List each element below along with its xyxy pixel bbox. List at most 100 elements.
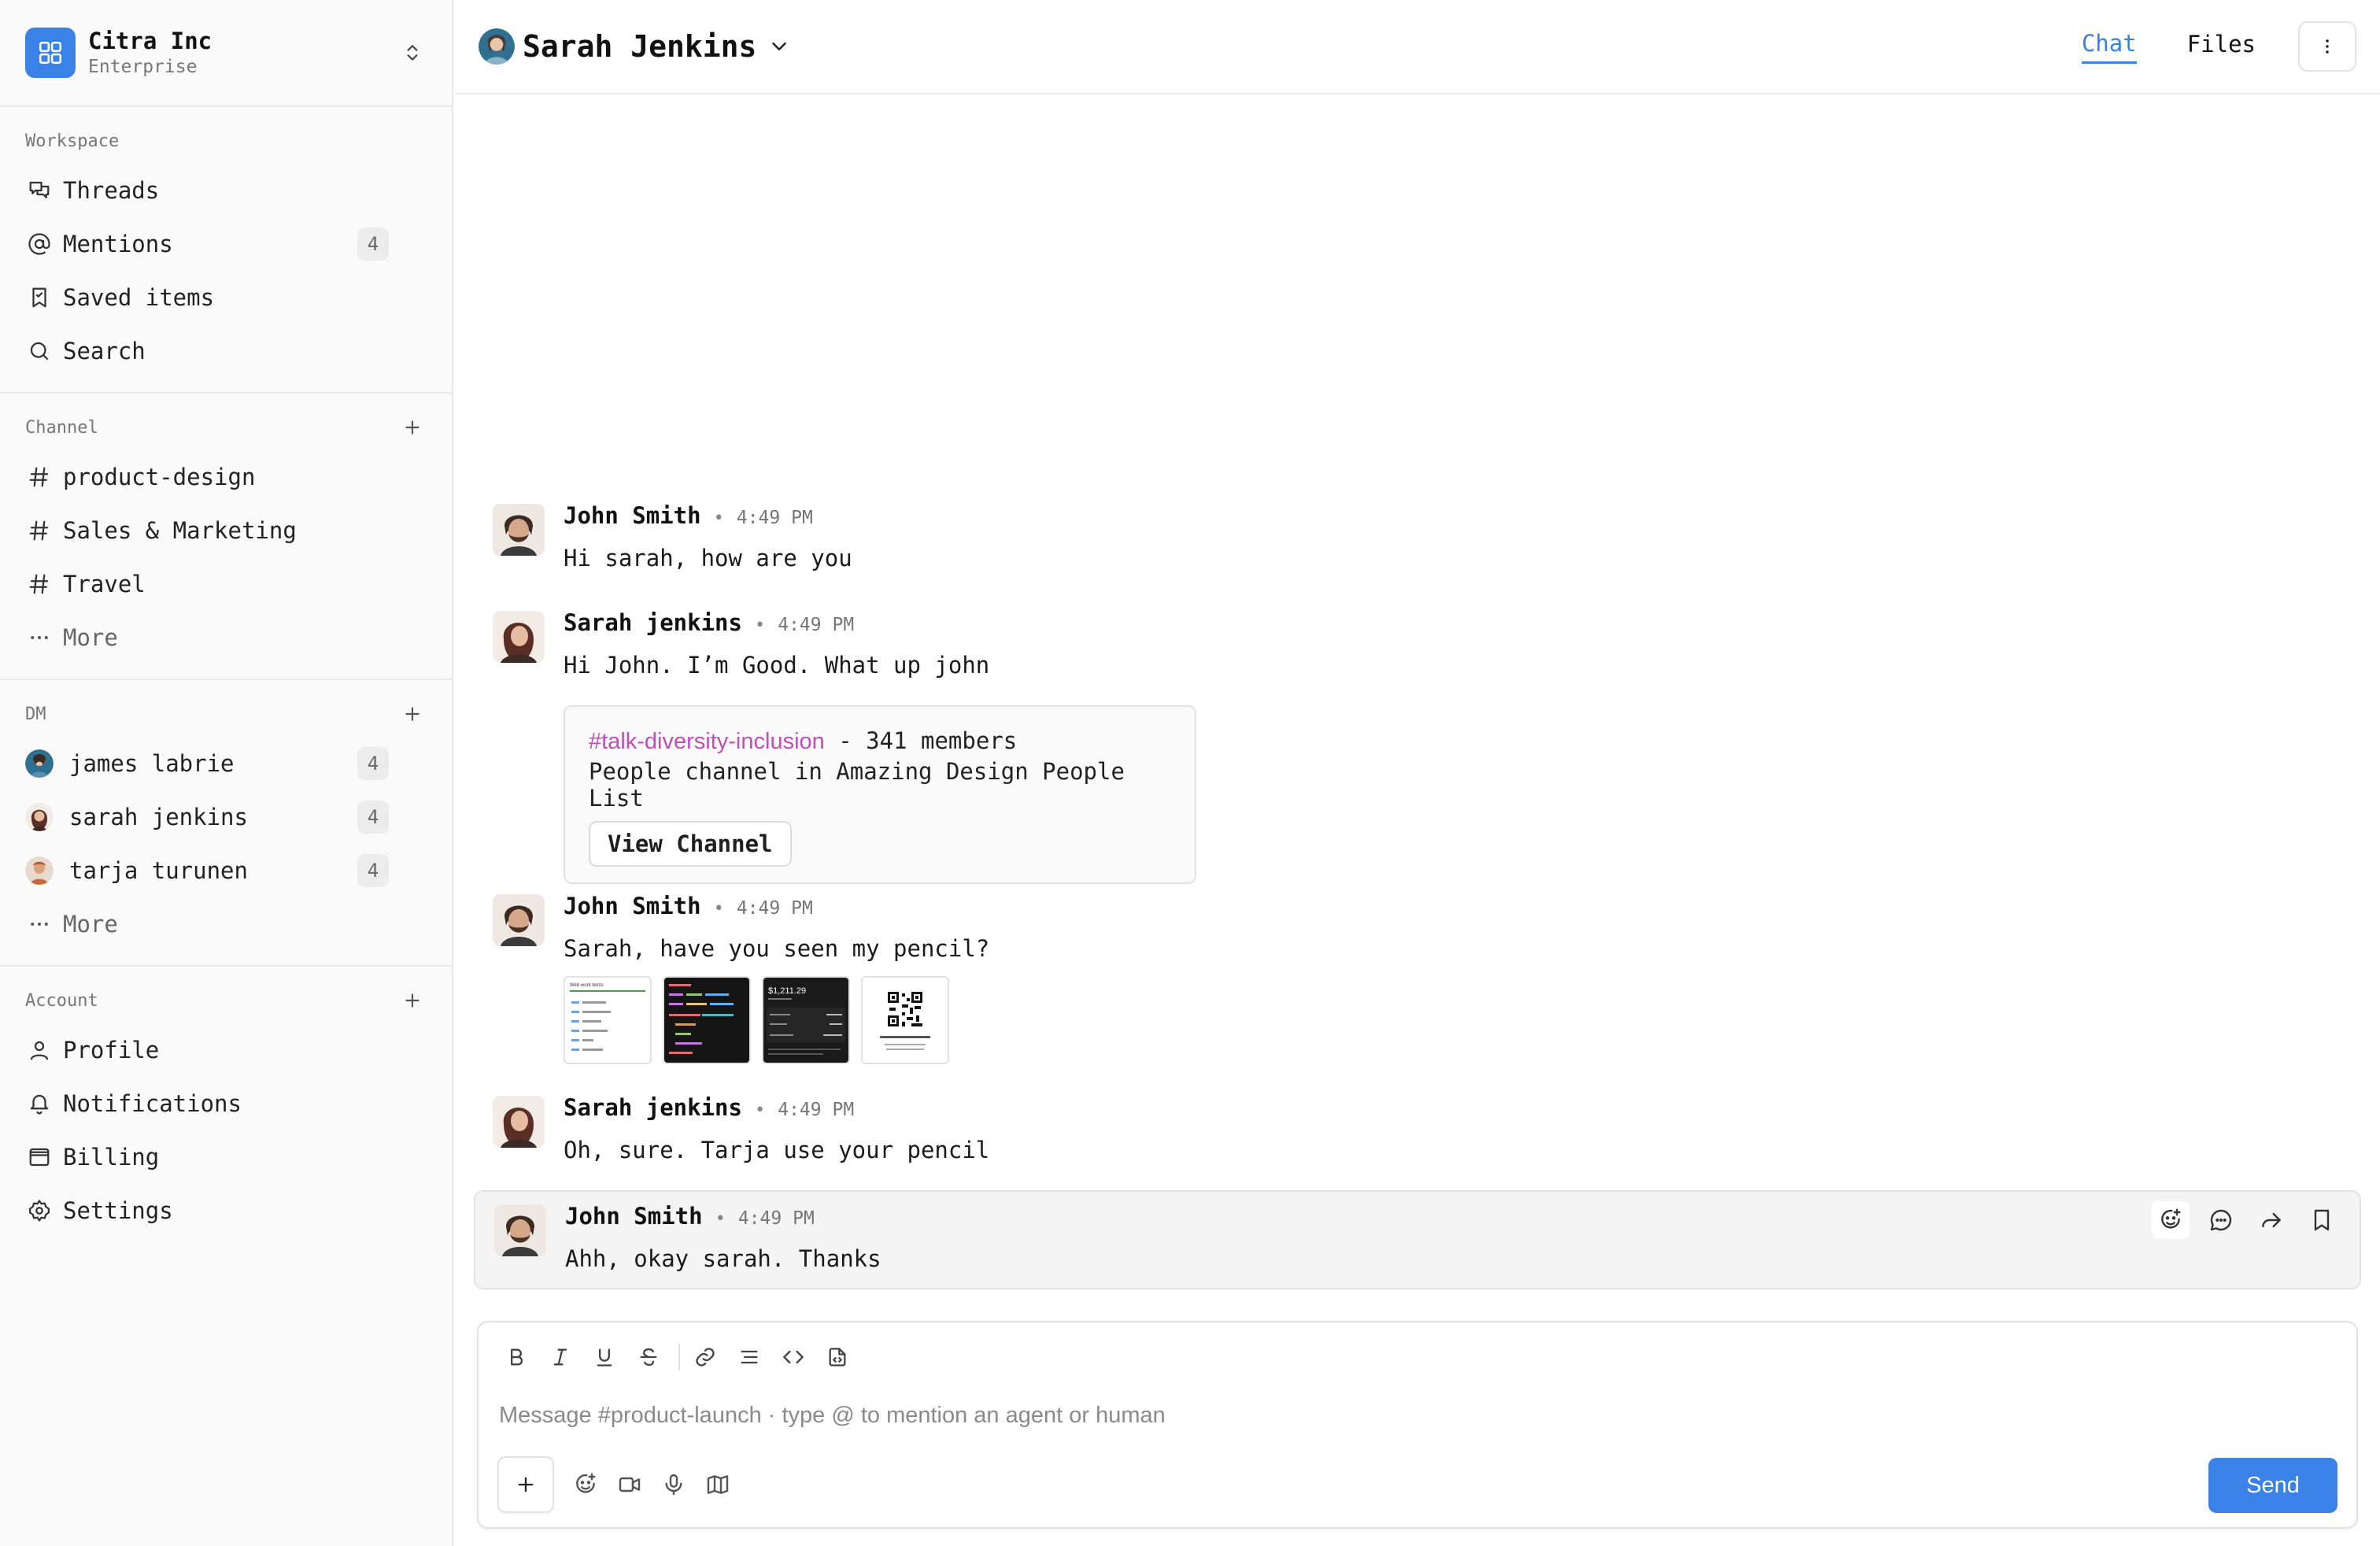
contact-switcher[interactable]: Sarah Jenkins xyxy=(479,28,791,65)
hash-icon xyxy=(25,463,54,491)
sidebar-item-threads[interactable]: Threads xyxy=(0,164,452,217)
sidebar-item-settings[interactable]: Settings xyxy=(0,1184,452,1237)
tab-chat[interactable]: Chat xyxy=(2081,30,2137,64)
sidebar-item-label: Profile xyxy=(63,1037,160,1063)
sidebar-item-sarah-jenkins[interactable]: sarah jenkins 4 xyxy=(0,790,452,844)
message-author[interactable]: John Smith xyxy=(565,1203,703,1230)
attachment-thumbnail[interactable]: $1,211.29 xyxy=(762,976,850,1064)
strikethrough-icon[interactable] xyxy=(633,1341,664,1373)
message-item[interactable]: John Smith • 4:49 PM Hi sarah, how are y… xyxy=(474,493,2361,586)
app: Citra Inc Enterprise Workspace Threads M… xyxy=(0,0,2380,1546)
add-account-icon[interactable] xyxy=(398,986,427,1015)
bookmark-icon[interactable] xyxy=(2303,1201,2341,1239)
attachment-thumbnail[interactable] xyxy=(861,976,949,1064)
list-icon[interactable] xyxy=(734,1341,765,1373)
message-composer: Send xyxy=(477,1321,2358,1529)
microphone-icon[interactable] xyxy=(656,1467,691,1502)
tab-files[interactable]: Files xyxy=(2187,31,2256,62)
more-horizontal-icon xyxy=(25,623,54,652)
add-reaction-icon[interactable] xyxy=(2152,1201,2190,1239)
sidebar-item-travel[interactable]: Travel xyxy=(0,557,452,611)
attachment-thumbnail[interactable]: Web work items xyxy=(564,976,652,1064)
at-icon xyxy=(25,230,54,258)
unread-count-badge: 4 xyxy=(357,854,389,887)
channel-link[interactable]: #talk-diversity-inclusion xyxy=(589,729,825,754)
dm-section: DM james labrie 4 sarah jenkins 4 tarja … xyxy=(0,680,452,967)
map-icon[interactable] xyxy=(700,1467,735,1502)
bold-icon[interactable] xyxy=(501,1341,532,1373)
sidebar-item-james-labrie[interactable]: james labrie 4 xyxy=(0,737,452,790)
code-block-icon[interactable] xyxy=(822,1341,853,1373)
sidebar-item-tarja-turunen[interactable]: tarja turunen 4 xyxy=(0,844,452,897)
sidebar-item-product-design[interactable]: product-design xyxy=(0,450,452,504)
attachment-amount: $1,211.29 xyxy=(768,986,806,996)
header-tabs: Chat Files xyxy=(2031,21,2356,72)
sidebar-item-label: tarja turunen xyxy=(69,857,248,884)
section-title-account: Account xyxy=(25,990,98,1011)
message-item[interactable]: John Smith • 4:49 PM Sarah, have you see… xyxy=(474,883,2361,1074)
avatar xyxy=(493,1096,545,1148)
view-channel-button[interactable]: View Channel xyxy=(589,821,792,867)
sidebar-item-label: More xyxy=(63,624,118,651)
workspace-plan: Enterprise xyxy=(88,57,198,77)
sidebar-item-saved-items[interactable]: Saved items xyxy=(0,271,452,324)
unread-count-badge: 4 xyxy=(357,801,389,834)
workspace-section: Workspace Threads Mentions 4 Saved items… xyxy=(0,107,452,394)
send-button[interactable]: Send xyxy=(2208,1458,2338,1513)
forward-icon[interactable] xyxy=(2252,1201,2290,1239)
message-item[interactable]: Sarah jenkins • 4:49 PM Hi John. I’m Goo… xyxy=(474,600,2361,893)
code-icon[interactable] xyxy=(778,1341,809,1373)
attachment-list: Web work items $1,211.29 xyxy=(564,976,2342,1064)
underline-icon[interactable] xyxy=(589,1341,620,1373)
sidebar-item-sales-marketing[interactable]: Sales & Marketing xyxy=(0,504,452,557)
attachment-thumbnail[interactable] xyxy=(663,976,751,1064)
sidebar-item-mentions[interactable]: Mentions 4 xyxy=(0,217,452,271)
video-icon[interactable] xyxy=(612,1467,647,1502)
attachment-title: Web work items xyxy=(570,983,604,988)
more-vertical-icon xyxy=(2326,39,2329,54)
sidebar-item-profile[interactable]: Profile xyxy=(0,1023,452,1077)
sidebar-item-label: Sales & Marketing xyxy=(63,517,297,544)
message-author[interactable]: John Smith xyxy=(564,502,701,529)
sidebar-item-dm-more[interactable]: More xyxy=(0,897,452,951)
sidebar-item-label: sarah jenkins xyxy=(69,804,248,830)
link-icon[interactable] xyxy=(689,1341,721,1373)
separator-dot: • xyxy=(713,899,724,919)
toolbar-divider xyxy=(678,1344,680,1370)
avatar xyxy=(493,894,545,946)
chat-header: Sarah Jenkins Chat Files xyxy=(455,0,2380,94)
user-icon xyxy=(25,1036,54,1064)
message-author[interactable]: Sarah jenkins xyxy=(564,609,742,636)
sidebar-item-channel-more[interactable]: More xyxy=(0,611,452,664)
sidebar-item-notifications[interactable]: Notifications xyxy=(0,1077,452,1130)
message-author[interactable]: Sarah jenkins xyxy=(564,1094,742,1121)
plus-icon xyxy=(518,1477,534,1492)
message-item-hovered[interactable]: John Smith • 4:49 PM Ahh, okay sarah. Th… xyxy=(474,1190,2361,1289)
reply-icon[interactable] xyxy=(2202,1201,2240,1239)
chevron-down-icon[interactable] xyxy=(767,35,791,58)
sidebar-item-label: Travel xyxy=(63,571,146,597)
hash-icon xyxy=(25,570,54,598)
avatar xyxy=(479,28,515,65)
italic-icon[interactable] xyxy=(545,1341,576,1373)
sidebar-item-label: Mentions xyxy=(63,231,173,257)
sidebar-item-search[interactable]: Search xyxy=(0,324,452,378)
add-channel-icon[interactable] xyxy=(398,413,427,442)
add-attachment-button[interactable] xyxy=(497,1456,554,1513)
add-dm-icon[interactable] xyxy=(398,700,427,728)
chevron-up-down-icon[interactable] xyxy=(398,39,427,67)
more-options-button[interactable] xyxy=(2298,21,2356,72)
sidebar-item-billing[interactable]: Billing xyxy=(0,1130,452,1184)
workspace-switcher[interactable]: Citra Inc Enterprise xyxy=(0,0,452,107)
message-author[interactable]: John Smith xyxy=(564,893,701,919)
avatar xyxy=(493,611,545,663)
message-item[interactable]: Sarah jenkins • 4:49 PM Oh, sure. Tarja … xyxy=(474,1085,2361,1178)
message-input[interactable] xyxy=(499,1392,2309,1439)
section-title-workspace: Workspace xyxy=(25,131,120,151)
avatar xyxy=(25,803,54,831)
message-timestamp: 4:49 PM xyxy=(778,1100,855,1120)
sidebar: Citra Inc Enterprise Workspace Threads M… xyxy=(0,0,453,1546)
emoji-icon[interactable] xyxy=(568,1467,603,1502)
threads-icon xyxy=(25,176,54,205)
sidebar-item-label: james labrie xyxy=(69,750,235,777)
